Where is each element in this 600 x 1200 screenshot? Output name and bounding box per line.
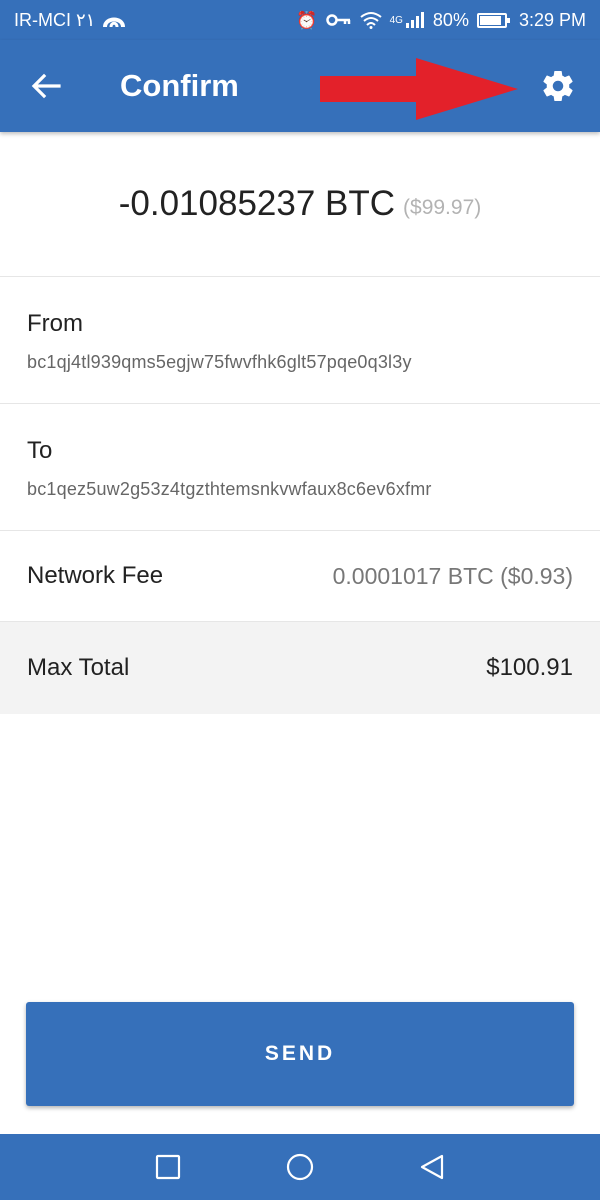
home-button[interactable] <box>284 1151 316 1183</box>
signal-icon <box>405 12 424 28</box>
red-arrow-annotation <box>320 58 518 120</box>
status-bar: IR-MCI ٢١ ⏰ 4G 80% 3:29 PM <box>0 0 600 40</box>
alarm-icon: ⏰ <box>296 10 318 30</box>
network-fee-row: Network Fee 0.0001017 BTC ($0.93) <box>0 531 600 622</box>
to-row: To bc1qez5uw2g53z4tgzthtemsnkvwfaux8c6ev… <box>0 404 600 531</box>
key-icon <box>325 14 350 26</box>
to-label: To <box>27 437 53 464</box>
from-address: bc1qj4tl939qms5egjw75fwvfhk6glt57pqe0q3l… <box>27 352 412 372</box>
settings-button[interactable] <box>530 58 586 114</box>
fiat-amount: ($99.97) <box>403 196 482 219</box>
network-fee-label: Network Fee <box>27 562 164 589</box>
clock: 3:29 PM <box>518 9 586 30</box>
back-button[interactable] <box>0 40 92 132</box>
triangle-back-icon <box>420 1154 444 1180</box>
from-label: From <box>27 310 83 337</box>
wifi-icon <box>359 12 382 29</box>
status-right: ⏰ 4G 80% 3:29 PM <box>296 10 586 31</box>
system-nav-bar <box>0 1134 600 1200</box>
recents-button[interactable] <box>152 1151 184 1183</box>
carrier-label: IR-MCI ٢١ <box>14 9 96 30</box>
status-left: IR-MCI ٢١ <box>14 9 126 31</box>
square-icon <box>155 1154 181 1180</box>
send-button[interactable]: SEND <box>26 1002 574 1106</box>
back-arrow-icon <box>31 73 61 99</box>
page-title: Confirm <box>120 68 239 103</box>
network-type: 4G <box>389 14 403 26</box>
app-bar: Confirm <box>0 40 600 132</box>
notification-icon <box>103 17 126 28</box>
gear-icon <box>543 71 573 101</box>
battery-percent: 80% <box>432 9 469 30</box>
battery-icon <box>476 12 510 28</box>
crypto-amount: -0.01085237 BTC <box>118 184 396 223</box>
max-total-value: $100.91 <box>486 654 573 681</box>
network-fee-value: 0.0001017 BTC ($0.93) <box>332 562 573 589</box>
max-total-label: Max Total <box>27 654 130 681</box>
circle-icon <box>286 1153 314 1181</box>
from-row: From bc1qj4tl939qms5egjw75fwvfhk6glt57pq… <box>0 277 600 404</box>
amount-section: -0.01085237 BTC ($99.97) <box>0 132 600 277</box>
max-total-row: Max Total $100.91 <box>0 622 600 714</box>
to-address: bc1qez5uw2g53z4tgzthtemsnkvwfaux8c6ev6xf… <box>27 479 432 499</box>
system-back-button[interactable] <box>416 1151 448 1183</box>
